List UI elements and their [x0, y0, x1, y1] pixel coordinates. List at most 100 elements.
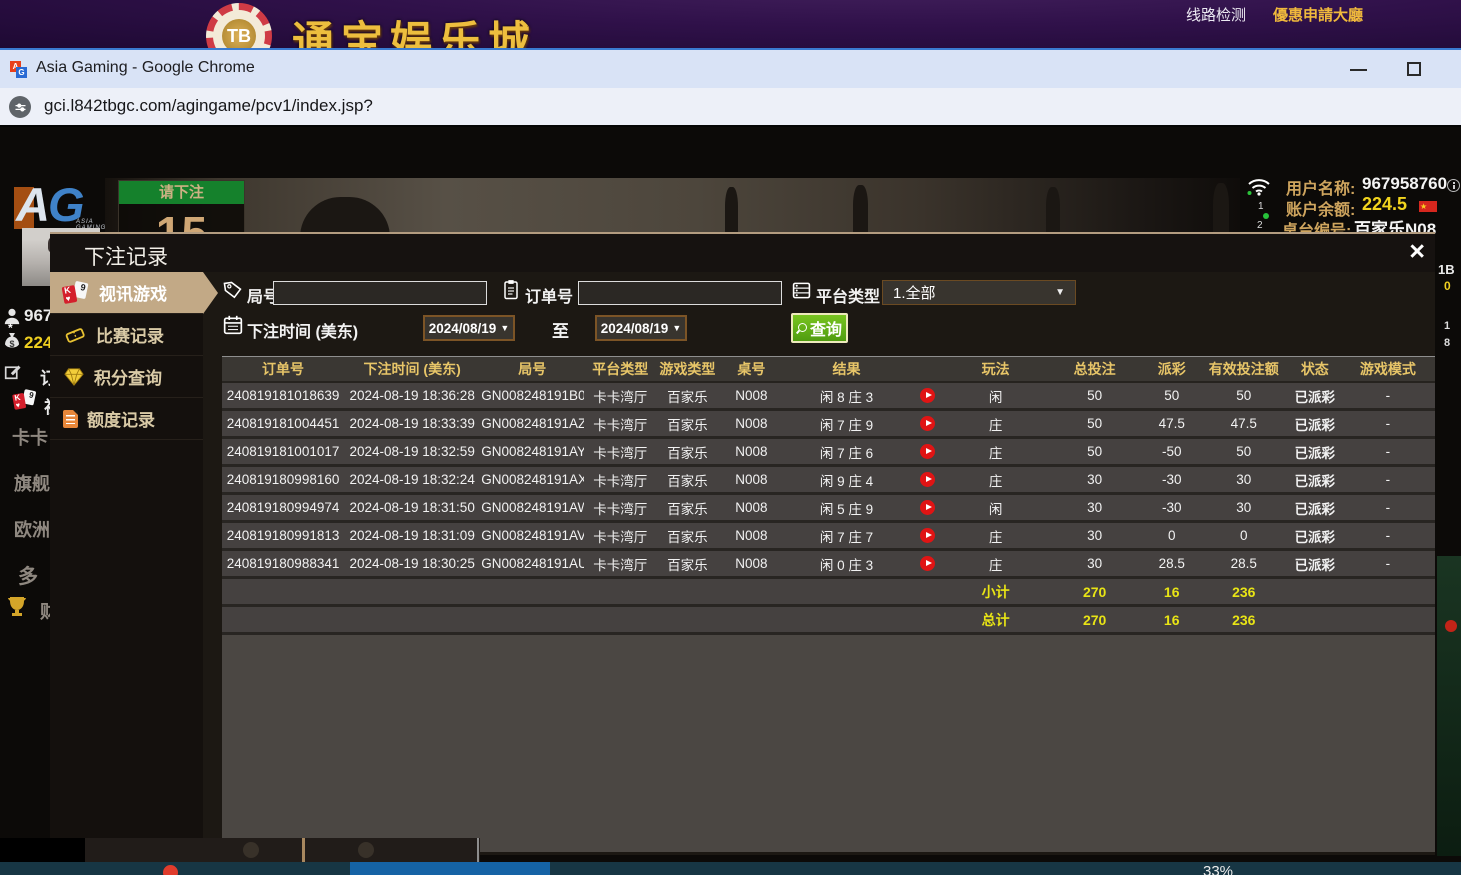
cell-total-bet: 50	[1045, 410, 1145, 438]
lobby-menu-fragment[interactable]: 卡卡	[12, 424, 48, 450]
platform-type-value: 1.全部	[893, 282, 936, 303]
replay-play-icon[interactable]	[920, 528, 935, 543]
cell-game-number: GN008248191AY	[480, 438, 584, 466]
address-bar[interactable]: gci.l842tbgc.com/agingame/pcv1/index.jsp…	[0, 88, 1461, 127]
cell-result: 闲 7 庄 6	[784, 438, 908, 466]
platform-type-label: 平台类型	[816, 283, 880, 307]
balance-value: 224.5	[1362, 194, 1407, 215]
game-number-fragment: 1B	[1438, 262, 1455, 277]
platform-type-select[interactable]: 1.全部 ▼	[882, 280, 1076, 305]
lobby-menu-fragment[interactable]: 旗舰	[14, 470, 50, 496]
column-header: 有效投注额	[1199, 357, 1289, 382]
tab-quota-records[interactable]: 额度记录	[50, 398, 203, 440]
cell-status: 已派彩	[1289, 494, 1341, 522]
cell-platform: 卡卡湾厅	[584, 438, 656, 466]
promo-hall-link[interactable]: 優惠申請大廳	[1273, 4, 1363, 25]
cell-empty	[656, 578, 718, 606]
info-icon[interactable]	[1447, 179, 1460, 192]
cell-table-number: N008	[718, 466, 784, 494]
cell-play-type: 庄	[947, 550, 1045, 578]
game-bottom-toolbar	[85, 838, 480, 862]
tab-video-games[interactable]: 9 K♥ 视讯游戏	[50, 272, 203, 314]
cell-empty	[718, 606, 784, 634]
replay-play-icon[interactable]	[920, 444, 935, 459]
lobby-menu-fragment[interactable]: 欧洲	[14, 516, 50, 542]
column-header: 玩法	[947, 357, 1045, 382]
to-label: 至	[552, 317, 569, 342]
cell-empty	[1341, 578, 1435, 606]
cell-replay	[909, 466, 947, 494]
table-header-row: 订单号下注时间 (美东)局号平台类型游戏类型桌号结果玩法总投注派彩有效投注额状态…	[222, 357, 1435, 382]
column-header	[909, 357, 947, 382]
road-number: 1	[1258, 201, 1264, 212]
tag-icon	[223, 280, 242, 299]
cell-platform: 卡卡湾厅	[584, 382, 656, 410]
cell-replay	[909, 494, 947, 522]
window-titlebar: A G Asia Gaming - Google Chrome	[0, 48, 1461, 88]
bet-table-container: 订单号下注时间 (美东)局号平台类型游戏类型桌号结果玩法总投注派彩有效投注额状态…	[222, 356, 1435, 852]
lobby-menu-fragment[interactable]: 多	[18, 560, 38, 589]
cell-order-number: 240819180991813	[222, 522, 344, 550]
tab-match-records[interactable]: 比赛记录	[50, 314, 203, 356]
cell-valid-bet: 47.5	[1199, 410, 1289, 438]
cell-game-mode: -	[1341, 522, 1435, 550]
site-settings-icon[interactable]	[9, 96, 31, 118]
trophy-icon	[5, 595, 29, 617]
maximize-button[interactable]	[1407, 62, 1421, 76]
stat-fragment: 1	[1444, 320, 1450, 332]
svg-text:$: $	[9, 339, 14, 349]
ag-favicon: A G	[10, 61, 27, 78]
cell-bet-time: 2024-08-19 18:33:39	[344, 410, 480, 438]
cell-bet-time: 2024-08-19 18:31:50	[344, 494, 480, 522]
tab-points-query[interactable]: 积分查询	[50, 356, 203, 398]
cell-game-number: GN008248191AV	[480, 522, 584, 550]
replay-play-icon[interactable]	[920, 416, 935, 431]
cell-status: 已派彩	[1289, 466, 1341, 494]
cell-game-number: GN008248191AX	[480, 466, 584, 494]
bottle-shape	[1046, 187, 1060, 235]
replay-play-icon[interactable]	[920, 472, 935, 487]
cell-valid-bet: 30	[1199, 494, 1289, 522]
taskbar-active-segment[interactable]	[350, 862, 550, 875]
tab-label: 积分查询	[94, 364, 162, 389]
cell-payout: 0	[1145, 522, 1199, 550]
bottle-shape	[725, 187, 738, 235]
cell-order-number: 240819180998160	[222, 466, 344, 494]
order-number-input[interactable]	[578, 281, 782, 305]
total-row: 总计27016236	[222, 606, 1435, 634]
cell-status: 已派彩	[1289, 382, 1341, 410]
chevron-down-icon: ▼	[672, 323, 681, 333]
table-row: 2408191810044512024-08-19 18:33:39GN0082…	[222, 410, 1435, 438]
minimize-button[interactable]	[1350, 69, 1367, 71]
date-from-select[interactable]: 2024/08/19▼	[423, 315, 515, 341]
cell-empty	[1289, 578, 1341, 606]
column-header: 桌号	[718, 357, 784, 382]
bottle-shape	[1213, 183, 1229, 237]
line-check-link[interactable]: 线路检测	[1186, 4, 1246, 25]
chip-toolbar-icon[interactable]	[243, 842, 259, 858]
cell-game-type: 百家乐	[656, 410, 718, 438]
game-number-input[interactable]	[273, 281, 487, 305]
date-to-select[interactable]: 2024/08/19▼	[595, 315, 687, 341]
cell-empty	[784, 578, 908, 606]
cell-game-mode: -	[1341, 410, 1435, 438]
chat-toolbar-icon[interactable]	[358, 842, 374, 858]
search-button[interactable]: 查询	[791, 313, 848, 343]
cell-empty	[656, 606, 718, 634]
replay-play-icon[interactable]	[920, 500, 935, 515]
summary-total-bet: 270	[1045, 606, 1145, 634]
cell-empty	[784, 606, 908, 634]
cell-bet-time: 2024-08-19 18:32:59	[344, 438, 480, 466]
replay-play-icon[interactable]	[920, 388, 935, 403]
cell-replay	[909, 382, 947, 410]
close-icon[interactable]: ×	[1409, 233, 1425, 269]
cell-empty	[584, 606, 656, 634]
cell-payout: -30	[1145, 466, 1199, 494]
cell-game-type: 百家乐	[656, 382, 718, 410]
video-game-cards-icon: 9 K♥	[13, 390, 37, 410]
cell-order-number: 240819181004451	[222, 410, 344, 438]
cell-payout: -30	[1145, 494, 1199, 522]
replay-play-icon[interactable]	[920, 556, 935, 571]
bet-time-label: 下注时间 (美东)	[247, 318, 358, 342]
cell-table-number: N008	[718, 550, 784, 578]
